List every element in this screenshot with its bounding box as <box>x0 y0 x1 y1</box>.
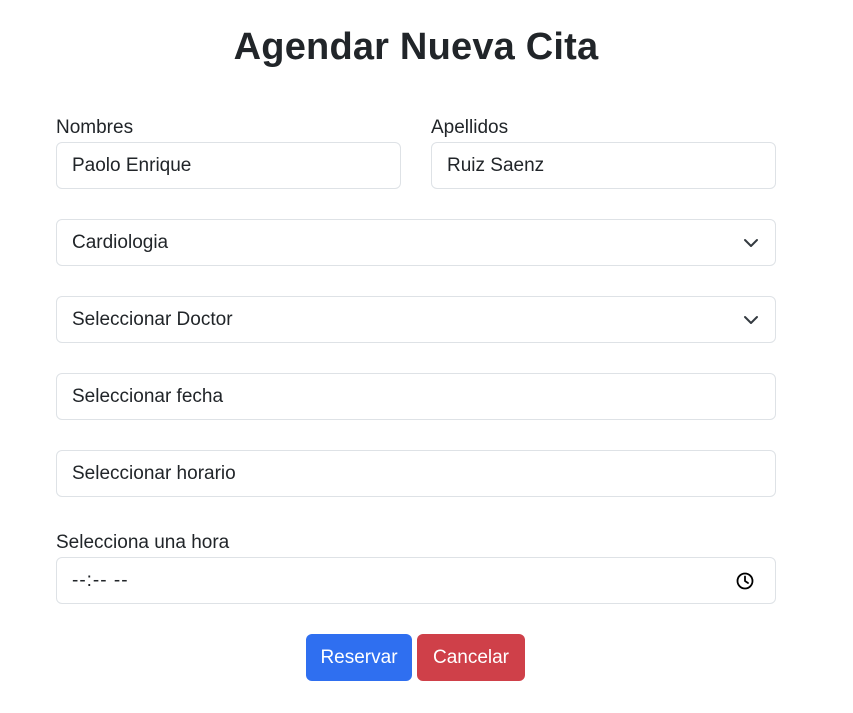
reservar-button[interactable]: Reservar <box>306 634 412 681</box>
apellidos-input[interactable]: Ruiz Saenz <box>431 142 776 189</box>
hora-value: --:-- -- <box>72 569 129 591</box>
apellidos-value: Ruiz Saenz <box>447 154 545 176</box>
doctor-selected: Seleccionar Doctor <box>72 308 233 330</box>
nombres-label: Nombres <box>56 117 134 138</box>
fecha-input[interactable]: Seleccionar fecha <box>56 373 776 420</box>
especialidad-select[interactable]: Cardiologia <box>56 219 776 266</box>
doctor-select[interactable]: Seleccionar Doctor <box>56 296 776 343</box>
hora-label: Selecciona una hora <box>56 532 230 553</box>
apellidos-label: Apellidos <box>431 117 509 138</box>
page-title: Agendar Nueva Cita <box>233 26 599 68</box>
nombres-input[interactable]: Paolo Enrique <box>56 142 401 189</box>
nombres-value: Paolo Enrique <box>72 154 192 176</box>
chevron-down-icon <box>744 239 758 247</box>
cancelar-button[interactable]: Cancelar <box>417 634 525 681</box>
clock-icon[interactable] <box>735 571 755 591</box>
horario-input[interactable]: Seleccionar horario <box>56 450 776 497</box>
chevron-down-icon <box>744 316 758 324</box>
especialidad-selected: Cardiologia <box>72 231 169 253</box>
appointment-page: Agendar Nueva Cita Nombres Paolo Enrique… <box>0 0 853 713</box>
horario-placeholder: Seleccionar horario <box>72 462 236 484</box>
hora-time-input[interactable]: --:-- -- <box>56 557 776 604</box>
fecha-placeholder: Seleccionar fecha <box>72 385 224 407</box>
